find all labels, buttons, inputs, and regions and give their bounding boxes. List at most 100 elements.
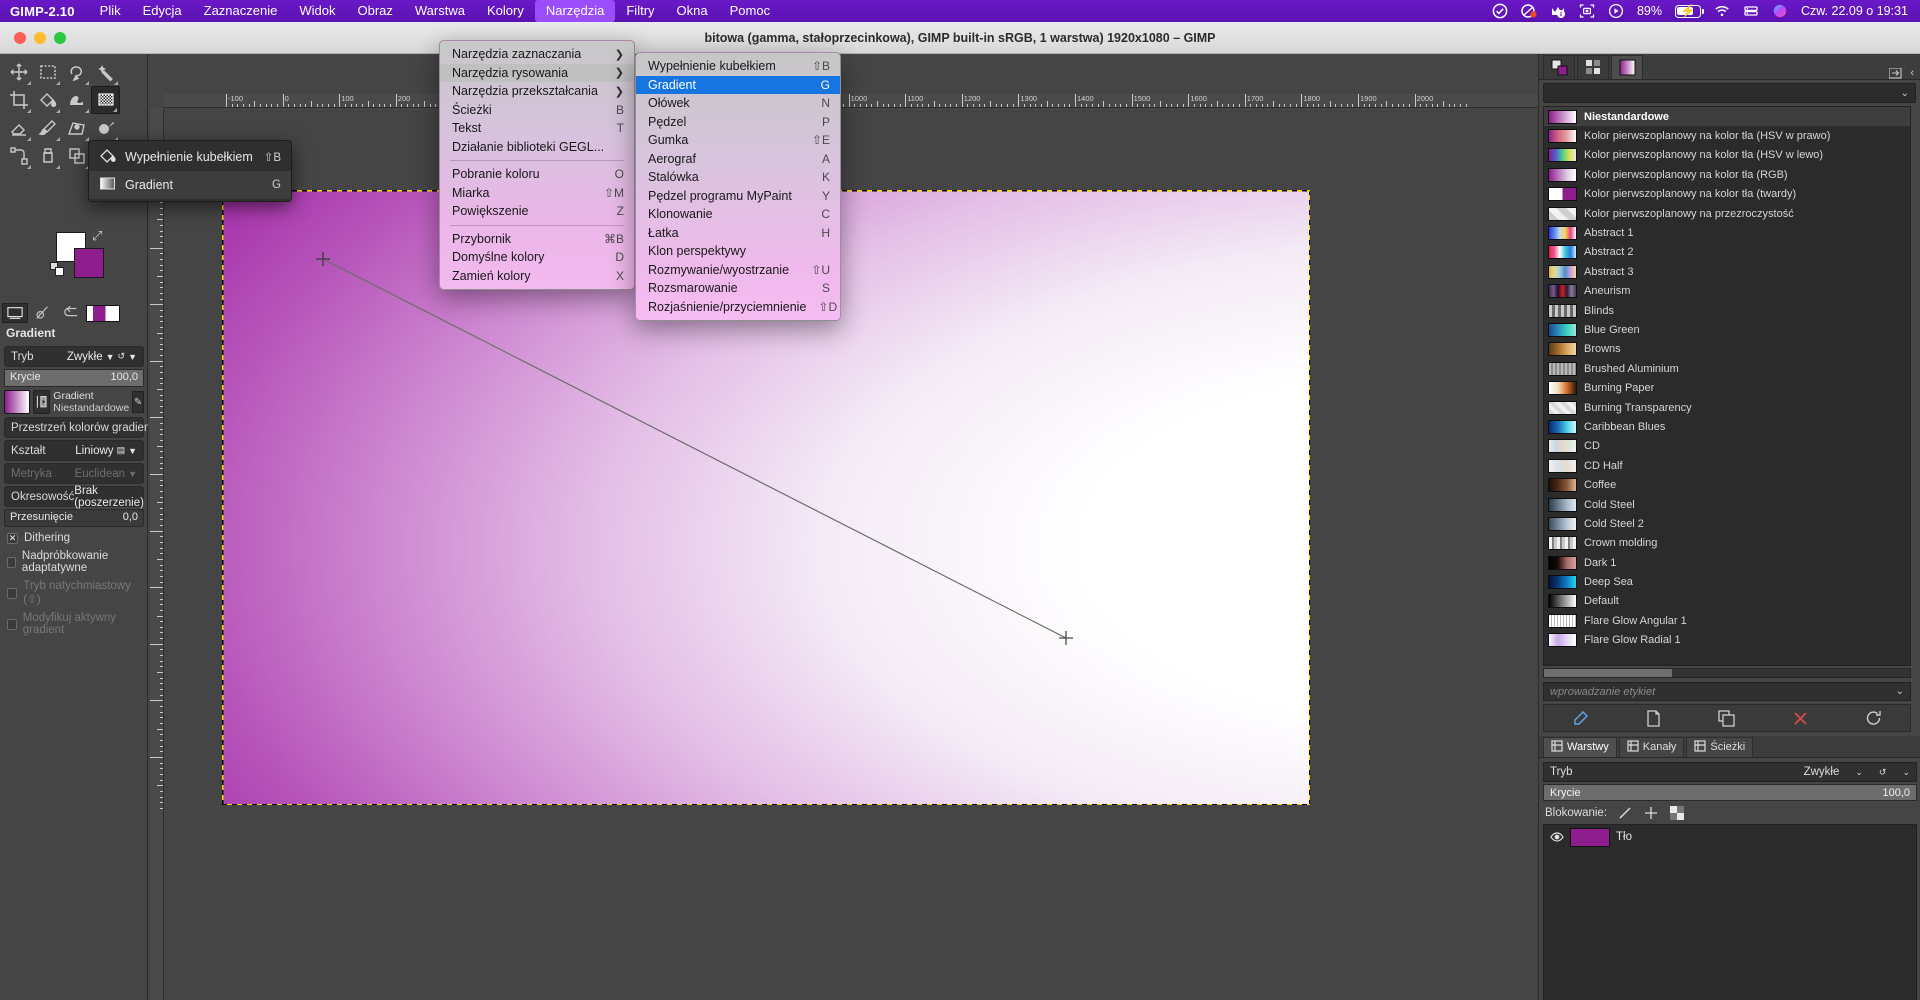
macos-menu-widok[interactable]: Widok	[288, 0, 346, 22]
lock-position-icon[interactable]	[1642, 805, 1659, 820]
delete-gradient-button[interactable]	[1785, 707, 1815, 729]
canvas-area[interactable]: -100010020030040050060070080090010001100…	[148, 54, 1538, 1000]
gradient-list-item[interactable]: Browns	[1544, 340, 1910, 359]
active-gradient-preview[interactable]	[86, 304, 120, 322]
gradient-filter-input[interactable]: ⌄	[1543, 83, 1916, 103]
tab-gradients[interactable]	[1611, 55, 1643, 79]
macos-menu-okna[interactable]: Okna	[666, 0, 719, 22]
checkbox-icon[interactable]: ✕	[7, 532, 18, 544]
duplicate-gradient-button[interactable]	[1712, 707, 1742, 729]
vertical-ruler[interactable]	[150, 108, 164, 1000]
gradient-list-item[interactable]: Cold Steel 2	[1544, 514, 1910, 533]
todoist-icon[interactable]	[1492, 3, 1508, 19]
chevron-down-icon-2[interactable]: ⌄	[1902, 767, 1910, 778]
macos-menu-pomoc[interactable]: Pomoc	[719, 0, 781, 22]
gradient-list-item[interactable]: Dark 1	[1544, 553, 1910, 572]
checkbox-row[interactable]: ✕ Dithering	[0, 529, 148, 547]
macos-menu-kolory[interactable]: Kolory	[476, 0, 535, 22]
checkbox-row[interactable]: Nadpróbkowanie adaptatywne	[0, 547, 148, 577]
tool-flyout-popup[interactable]: Wypełnienie kubełkiem ⇧B Gradient G	[88, 140, 292, 202]
fuzzy-select-tool[interactable]	[91, 58, 120, 86]
chevron-down-icon[interactable]: ▼	[106, 352, 115, 362]
submenu-item[interactable]: Pędzel P	[636, 113, 840, 132]
chevron-down-icon-2[interactable]: ▼	[128, 352, 137, 362]
edit-gradient-button[interactable]	[1566, 707, 1596, 729]
gradient-list-item[interactable]: Kolor pierwszoplanowy na przezroczystość	[1544, 204, 1910, 223]
colorspace-option-row[interactable]: Przestrzeń kolorów gradientu ... ▼	[4, 417, 182, 438]
macos-menu-edycja[interactable]: Edycja	[132, 0, 193, 22]
tool-flyout-item[interactable]: Gradient G	[89, 171, 291, 199]
gradient-list-item[interactable]: Abstract 1	[1544, 223, 1910, 242]
submenu-item[interactable]: Łatka H	[636, 224, 840, 243]
menu-narzedzia-rysowania-submenu[interactable]: Wypełnienie kubełkiem ⇧B Gradient G Ołówek N P…	[635, 52, 841, 321]
offset-slider[interactable]: Przesunięcie 0,0	[4, 509, 144, 527]
gradient-list-item[interactable]: Burning Transparency	[1544, 398, 1910, 417]
submenu-item[interactable]: Klon perspektywy	[636, 242, 840, 261]
menu-item[interactable]: Miarka ⇧M	[440, 184, 634, 203]
menu-item[interactable]: Narzędzia zaznaczania ❯	[440, 45, 634, 64]
gradient-list-item[interactable]: Abstract 3	[1544, 262, 1910, 281]
smudge-tool[interactable]	[62, 86, 91, 114]
blur-tool[interactable]	[91, 114, 120, 142]
keyboard-icon[interactable]	[1743, 3, 1759, 19]
layer-opacity-slider[interactable]: Krycie 100,0	[1543, 784, 1917, 801]
macos-menu-filtry[interactable]: Filtry	[615, 0, 665, 22]
rectangle-select-tool[interactable]	[33, 58, 62, 86]
gradient-list-item[interactable]: Abstract 2	[1544, 243, 1910, 262]
tab-patterns[interactable]	[1577, 55, 1609, 79]
menu-item[interactable]: Narzędzia rysowania ❯	[440, 63, 634, 82]
macos-menu-plik[interactable]: Plik	[89, 0, 132, 22]
gradient-list-item[interactable]: Caribbean Blues	[1544, 417, 1910, 436]
gradient-list[interactable]: Niestandardowe Kolor pierwszoplanowy na k…	[1543, 106, 1911, 666]
gradient-tool[interactable]	[91, 86, 120, 114]
submenu-item[interactable]: Gradient G	[636, 75, 840, 94]
gradient-list-item[interactable]: Blue Green	[1544, 320, 1910, 339]
gradient-list-item[interactable]: CD Half	[1544, 456, 1910, 475]
edit-gradient-icon[interactable]: ✎	[132, 391, 145, 413]
tag-entry-input[interactable]: wprowadzanie etykiet ⌄	[1543, 682, 1911, 701]
gradient-list-item[interactable]: Kolor pierwszoplanowy na kolor tła (RGB)	[1544, 165, 1910, 184]
refresh-gradients-button[interactable]	[1858, 707, 1888, 729]
menu-item[interactable]: Domyślne kolory D	[440, 248, 634, 267]
gradient-list-item[interactable]: Kolor pierwszoplanowy na kolor tła (HSV …	[1544, 126, 1910, 145]
reset-colors-icon[interactable]	[50, 262, 65, 277]
mail-badge-icon[interactable]	[1550, 3, 1566, 19]
move-tool[interactable]	[4, 58, 33, 86]
layers-tab-ścieżki[interactable]: Ścieżki	[1686, 736, 1754, 757]
submenu-item[interactable]: Wypełnienie kubełkiem ⇧B	[636, 57, 840, 76]
ink-tool[interactable]	[33, 142, 62, 170]
menu-narzedzia-dropdown[interactable]: Narzędzia zaznaczania ❯ Narzędzia rysowani…	[439, 40, 635, 290]
lock-alpha-icon[interactable]	[1668, 805, 1685, 820]
macos-menu-warstwa[interactable]: Warstwa	[404, 0, 476, 22]
eye-icon[interactable]	[1549, 831, 1564, 843]
tab-brushes[interactable]	[1543, 55, 1575, 79]
checkbox-icon[interactable]	[7, 618, 17, 630]
menu-item[interactable]: Przybornik ⌘B	[440, 230, 634, 249]
reset-icon[interactable]: ↺	[1879, 767, 1887, 778]
gradient-list-item[interactable]: Brushed Aluminium	[1544, 359, 1910, 378]
free-select-tool[interactable]	[62, 58, 91, 86]
chevron-down-icon[interactable]: ⌄	[1901, 88, 1909, 99]
gradient-list-hscrollbar[interactable]	[1543, 668, 1911, 678]
swap-colors-icon[interactable]: ⤢	[92, 228, 102, 244]
clock-label[interactable]: Czw. 22.09 o 19:31	[1801, 4, 1908, 18]
submenu-item[interactable]: Stalówka K	[636, 168, 840, 187]
checkbox-row[interactable]: Tryb natychmiastowy (⇧)	[0, 577, 148, 609]
macos-menu-obraz[interactable]: Obraz	[346, 0, 403, 22]
gradient-list-item[interactable]: Flare Glow Radial 1	[1544, 631, 1910, 650]
submenu-item[interactable]: Gumka ⇧E	[636, 131, 840, 150]
layer-mode-row[interactable]: Tryb Zwykłe ⌄ ↺ ⌄	[1543, 762, 1917, 782]
eraser-tool[interactable]	[4, 114, 33, 142]
submenu-item[interactable]: Aerograf A	[636, 150, 840, 169]
checkbox-icon[interactable]	[7, 587, 18, 599]
menu-item[interactable]: Działanie biblioteki GEGL...	[440, 138, 634, 157]
background-color-swatch[interactable]	[74, 248, 104, 278]
pattern-indicator-icon[interactable]: i	[30, 303, 56, 323]
paths-tool[interactable]	[4, 142, 33, 170]
lock-pixels-icon[interactable]	[1616, 805, 1633, 820]
opacity-slider[interactable]: Krycie 100,0	[4, 369, 144, 387]
paintbrush-tool[interactable]	[33, 114, 62, 142]
submenu-item[interactable]: Pędzel programu MyPaint Y	[636, 187, 840, 206]
gradient-list-item[interactable]: Crown molding	[1544, 534, 1910, 553]
gradient-list-item[interactable]: Default	[1544, 592, 1910, 611]
